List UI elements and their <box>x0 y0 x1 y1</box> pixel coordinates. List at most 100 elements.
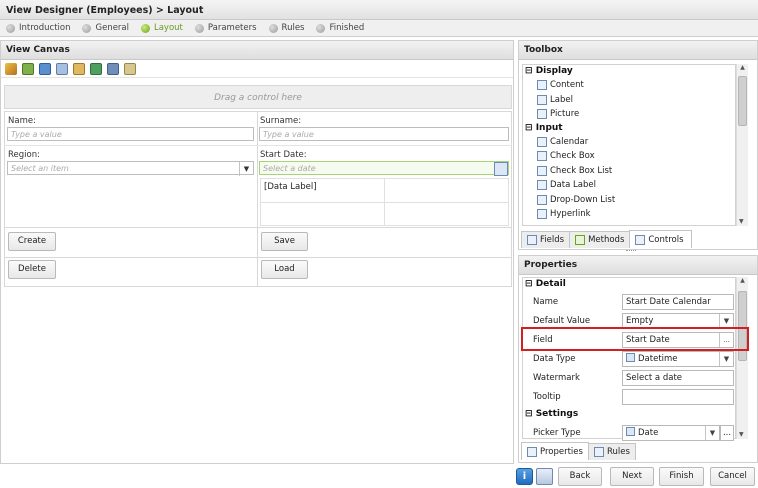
collapse-icon[interactable]: ⊟ <box>525 409 533 419</box>
collapse-icon[interactable]: ⊟ <box>525 123 533 133</box>
properties-title: Properties <box>519 256 757 275</box>
data-label-icon <box>537 180 547 191</box>
properties-icon <box>527 446 537 457</box>
save-button[interactable]: Save <box>261 232 308 251</box>
toolbox-item-content[interactable]: Content <box>523 78 735 93</box>
load-button[interactable]: Load <box>261 260 308 279</box>
watermark-input[interactable]: Select a date <box>622 369 734 386</box>
toolbox-item-picture[interactable]: Picture <box>523 107 735 122</box>
chevron-down-icon[interactable]: ▼ <box>719 351 733 366</box>
tab-fields[interactable]: Fields <box>521 231 571 248</box>
scroll-down-icon[interactable]: ▼ <box>739 218 744 225</box>
tooltip-input[interactable] <box>622 388 734 405</box>
prop-row-watermark: Watermark Select a date <box>527 368 737 387</box>
rules-icon <box>593 447 604 457</box>
step-general[interactable]: General <box>82 23 129 33</box>
sum-icon[interactable] <box>107 62 119 75</box>
scrollbar-thumb[interactable] <box>738 76 747 126</box>
checkbox-icon <box>537 151 547 162</box>
data-type-dropdown[interactable]: Datetime ▼ <box>622 350 734 367</box>
region-dropdown[interactable]: Select an item ▼ <box>7 161 254 176</box>
item-label: Label <box>550 94 573 105</box>
step-introduction[interactable]: Introduction <box>6 23 70 33</box>
toolbox-item-calendar[interactable]: Calendar <box>523 135 735 150</box>
label-icon <box>537 94 547 105</box>
properties-scrollbar[interactable]: ▲ ▼ <box>736 277 748 439</box>
save-icon[interactable] <box>536 468 553 485</box>
step-dot-icon <box>268 23 278 33</box>
info-icon[interactable]: i <box>516 468 533 485</box>
drop-zone[interactable]: Drag a control here <box>4 85 512 109</box>
step-finished[interactable]: Finished <box>316 23 364 33</box>
fields-icon <box>527 235 537 245</box>
splitter-handle[interactable] <box>626 250 636 253</box>
name-input[interactable]: Type a value <box>7 127 254 141</box>
properties-tabs: Properties Rules <box>521 442 636 460</box>
finish-button[interactable]: Finish <box>659 467 704 486</box>
toolbox-scrollbar[interactable]: ▲ ▼ <box>736 64 748 226</box>
category-display[interactable]: ⊟ Display <box>523 65 735 78</box>
chevron-down-icon[interactable]: ▼ <box>705 425 719 440</box>
columns-icon[interactable] <box>56 62 68 75</box>
scroll-down-icon[interactable]: ▼ <box>739 431 744 438</box>
toolbox-item-label[interactable]: Label <box>523 93 735 108</box>
step-rules[interactable]: Rules <box>268 23 304 33</box>
tab-properties[interactable]: Properties <box>521 442 589 460</box>
collapse-icon[interactable]: ⊟ <box>525 66 533 76</box>
cancel-button[interactable]: Cancel <box>710 467 755 486</box>
grid-divider <box>4 145 512 146</box>
scroll-up-icon[interactable]: ▲ <box>737 64 748 71</box>
toolbox-item-data-label[interactable]: Data Label <box>523 178 735 193</box>
prop-row-data-type: Data Type Datetime ▼ <box>527 349 737 368</box>
item-label: Check Box <box>550 151 595 162</box>
tab-rules[interactable]: Rules <box>587 443 636 460</box>
date-icon <box>626 426 635 436</box>
toolbox-item-check-box[interactable]: Check Box <box>523 149 735 164</box>
collapse-icon[interactable]: ⊟ <box>525 279 533 289</box>
tab-methods[interactable]: Methods <box>569 231 631 248</box>
category-input[interactable]: ⊟ Input <box>523 122 735 135</box>
chevron-down-icon[interactable]: ▼ <box>719 313 733 328</box>
grid-divider <box>257 111 258 287</box>
surname-input[interactable]: Type a value <box>259 127 509 141</box>
prop-row-picker-type: Picker Type Date ▼ ... <box>527 423 737 442</box>
toolbox-item-hyperlink[interactable]: Hyperlink <box>523 207 735 222</box>
add-table-icon[interactable] <box>22 62 34 75</box>
toolbox-item-drop-down-list[interactable]: Drop-Down List <box>523 193 735 208</box>
tab-controls[interactable]: Controls <box>629 230 693 248</box>
ellipsis-button[interactable]: ... <box>720 424 734 441</box>
data-label-control[interactable]: [Data Label] <box>264 182 317 192</box>
dropdown-value: Datetime <box>638 353 678 364</box>
scroll-up-icon[interactable]: ▲ <box>737 277 748 284</box>
dropdown-value: Empty <box>626 315 654 326</box>
next-button[interactable]: Next <box>610 467 654 486</box>
detail-section[interactable]: ⊟ Detail <box>523 278 566 291</box>
toolbox-item-check-box-list[interactable]: Check Box List <box>523 164 735 179</box>
tab-label: Rules <box>606 447 630 457</box>
step-parameters[interactable]: Parameters <box>194 23 257 33</box>
checkbox-list-icon <box>537 165 547 176</box>
start-date-calendar[interactable]: Select a date <box>259 161 509 176</box>
step-label: General <box>95 23 129 33</box>
step-layout[interactable]: Layout <box>140 23 183 33</box>
item-label: Check Box List <box>550 165 613 176</box>
back-button[interactable]: Back <box>558 467 602 486</box>
rows-icon[interactable] <box>73 62 85 75</box>
settings-section[interactable]: ⊟ Settings <box>523 408 578 421</box>
calendar-icon[interactable] <box>494 162 508 176</box>
create-button[interactable]: Create <box>8 232 56 251</box>
properties-icon[interactable] <box>124 62 136 75</box>
datetime-icon <box>626 352 635 362</box>
delete-button[interactable]: Delete <box>8 260 56 279</box>
grid-divider <box>4 227 512 228</box>
merge-icon[interactable] <box>90 62 102 75</box>
prop-label: Name <box>533 296 559 307</box>
edit-table-icon[interactable] <box>39 62 51 75</box>
prop-label: Data Type <box>533 353 576 364</box>
item-label: Calendar <box>550 136 589 147</box>
chevron-down-icon[interactable]: ▼ <box>239 162 253 176</box>
name-value-input[interactable]: Start Date Calendar <box>622 293 734 310</box>
step-label: Introduction <box>19 23 71 33</box>
picker-type-dropdown[interactable]: Date ▼ <box>622 424 720 441</box>
wand-icon[interactable] <box>5 62 17 75</box>
